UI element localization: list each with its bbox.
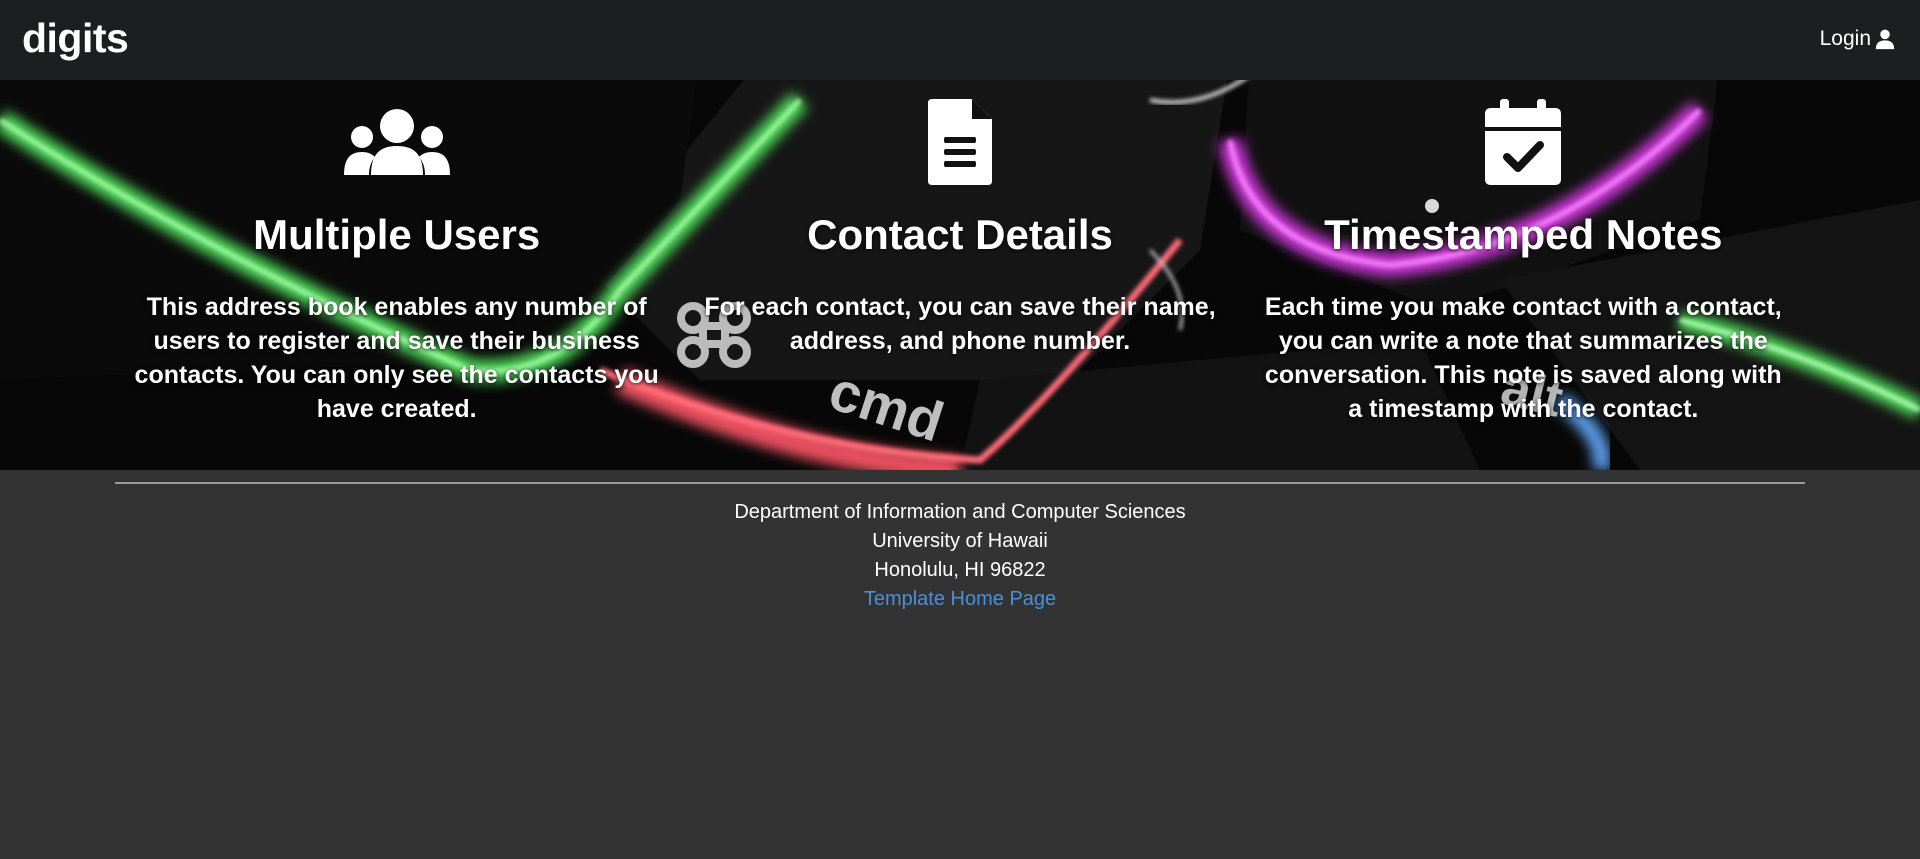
footer-location: Honolulu, HI 96822 <box>874 559 1046 581</box>
file-alt-icon <box>692 96 1227 188</box>
login-label: Login <box>1819 27 1871 50</box>
feature-title: Contact Details <box>807 211 1113 258</box>
navbar: digits Login <box>0 0 1920 80</box>
template-home-page-link[interactable]: Template Home Page <box>864 588 1056 610</box>
feature-description: This address book enables any number of … <box>134 293 659 424</box>
login-dropdown[interactable]: Login <box>1820 27 1896 51</box>
feature-description: Each time you make contact with a contac… <box>1264 293 1782 424</box>
feature-row: Multiple Users This address book enables… <box>0 80 1920 470</box>
brand-logo[interactable]: digits <box>22 15 129 62</box>
footer-address: Department of Information and Computer S… <box>0 498 1920 614</box>
feature-description: For each contact, you can save their nam… <box>704 293 1216 356</box>
users-icon <box>129 96 664 188</box>
feature-timestamped-notes: Timestamped Notes Each time you make con… <box>1242 80 1805 470</box>
footer-university: University of Hawaii <box>872 530 1048 552</box>
feature-title: Multiple Users <box>253 211 541 258</box>
footer-department: Department of Information and Computer S… <box>734 501 1186 523</box>
footer: Department of Information and Computer S… <box>0 470 1920 614</box>
calendar-check-icon <box>1256 96 1791 188</box>
feature-title: Timestamped Notes <box>1324 211 1723 258</box>
hero-banner: cmd alt Multiple Users This address book… <box>0 80 1920 470</box>
footer-divider <box>115 482 1805 484</box>
feature-multiple-users: Multiple Users This address book enables… <box>115 80 678 470</box>
user-icon <box>1875 29 1895 50</box>
feature-contact-details: Contact Details For each contact, you ca… <box>678 80 1241 470</box>
